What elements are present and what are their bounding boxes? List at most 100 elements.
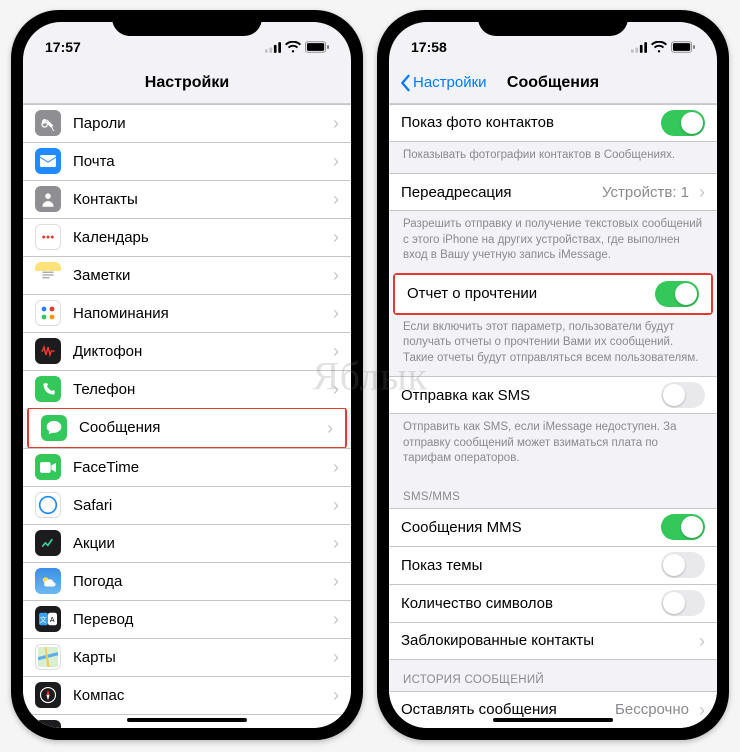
chevron-right-icon: ›	[333, 686, 339, 704]
row-label: Отчет о прочтении	[407, 285, 655, 302]
footer-read-receipts: Если включить этот параметр, пользовател…	[389, 314, 717, 377]
row-label: Сообщения	[79, 419, 323, 436]
row-label: Карты	[73, 649, 329, 666]
chevron-right-icon: ›	[333, 724, 339, 728]
row-label: Перевод	[73, 611, 329, 628]
translate-icon: 文A	[35, 606, 61, 632]
chevron-right-icon: ›	[699, 701, 705, 719]
row-keep-messages[interactable]: Оставлять сообщения Бессрочно ›	[389, 691, 717, 728]
row-label: Пароли	[73, 115, 329, 132]
chevron-right-icon: ›	[333, 114, 339, 132]
footer-show-contact-photos: Показывать фотографии контактов в Сообще…	[389, 142, 717, 174]
row-label: Напоминания	[73, 305, 329, 322]
row-value: Бессрочно	[615, 701, 689, 718]
cellular-icon	[265, 42, 281, 53]
chevron-right-icon: ›	[699, 183, 705, 201]
toggle-show-contact-photos[interactable]	[661, 110, 705, 136]
settings-row-phone[interactable]: Телефон›	[23, 370, 351, 408]
calendar-icon: ●●●	[35, 224, 61, 250]
back-button[interactable]: Настройки	[399, 74, 487, 92]
row-label: Телефон	[73, 381, 329, 398]
toggle-mms[interactable]	[661, 514, 705, 540]
row-send-as-sms[interactable]: Отправка как SMS	[389, 376, 717, 414]
wifi-icon	[651, 41, 667, 53]
settings-row-compass[interactable]: Компас›	[23, 676, 351, 714]
left-phone-frame: 17:57 Настройки Пароли›Почта›Контакты›●●…	[11, 10, 363, 740]
wifi-icon	[285, 41, 301, 53]
settings-row-reminders[interactable]: Напоминания›	[23, 294, 351, 332]
row-label: Сообщения MMS	[401, 519, 661, 536]
chevron-right-icon: ›	[333, 304, 339, 322]
toggle-send-as-sms[interactable]	[661, 382, 705, 408]
row-label: Safari	[73, 497, 329, 514]
row-label: Оставлять сообщения	[401, 701, 615, 718]
nav-bar: Настройки	[23, 62, 351, 104]
messages-settings[interactable]: Показ фото контактов Показывать фотограф…	[389, 104, 717, 728]
status-time: 17:58	[411, 39, 447, 55]
row-label: Отправка как SMS	[401, 387, 661, 404]
toggle-read-receipts[interactable]	[655, 281, 699, 307]
footer-send-as-sms: Отправить как SMS, если iMessage недосту…	[389, 414, 717, 477]
chevron-right-icon: ›	[333, 496, 339, 514]
maps-icon	[35, 644, 61, 670]
settings-row-stocks[interactable]: Акции›	[23, 524, 351, 562]
key-icon	[35, 110, 61, 136]
row-character-count[interactable]: Количество символов	[389, 584, 717, 622]
chevron-right-icon: ›	[333, 534, 339, 552]
row-label: Количество символов	[401, 595, 661, 612]
row-label: Рулетка	[73, 725, 329, 729]
settings-row-mail[interactable]: Почта›	[23, 142, 351, 180]
svg-text:文: 文	[40, 615, 47, 624]
row-show-subject[interactable]: Показ темы	[389, 546, 717, 584]
row-label: Компас	[73, 687, 329, 704]
settings-row-facetime[interactable]: FaceTime›	[23, 448, 351, 486]
row-label: Диктофон	[73, 343, 329, 360]
settings-row-passwords[interactable]: Пароли›	[23, 104, 351, 142]
cellular-icon	[631, 42, 647, 53]
section-header-message-history: ИСТОРИЯ СООБЩЕНИЙ	[389, 660, 717, 691]
page-title: Сообщения	[507, 74, 599, 92]
facetime-icon	[35, 454, 61, 480]
row-label: Показ темы	[401, 557, 661, 574]
contacts-icon	[35, 186, 61, 212]
toggle-character-count[interactable]	[661, 590, 705, 616]
settings-row-notes[interactable]: Заметки›	[23, 256, 351, 294]
row-value: Устройств: 1	[602, 184, 689, 201]
chevron-right-icon: ›	[333, 152, 339, 170]
settings-row-maps[interactable]: Карты›	[23, 638, 351, 676]
row-label: Заблокированные контакты	[401, 632, 695, 649]
row-label: Погода	[73, 573, 329, 590]
row-label: Заметки	[73, 267, 329, 284]
chevron-right-icon: ›	[333, 380, 339, 398]
row-label: Календарь	[73, 229, 329, 246]
settings-row-messages[interactable]: Сообщения›	[29, 409, 345, 447]
right-phone-frame: 17:58 Настройки Сообщения Показ фото кон…	[377, 10, 729, 740]
right-screen: 17:58 Настройки Сообщения Показ фото кон…	[389, 22, 717, 728]
row-read-receipts[interactable]: Отчет о прочтении	[395, 275, 711, 313]
status-icons	[265, 41, 329, 53]
settings-row-calendar[interactable]: ●●●Календарь›	[23, 218, 351, 256]
settings-row-translate[interactable]: 文AПеревод›	[23, 600, 351, 638]
home-indicator[interactable]	[493, 718, 613, 722]
settings-list[interactable]: Пароли›Почта›Контакты›●●●Календарь›Замет…	[23, 104, 351, 728]
home-indicator[interactable]	[127, 718, 247, 722]
toggle-show-subject[interactable]	[661, 552, 705, 578]
settings-row-contacts[interactable]: Контакты›	[23, 180, 351, 218]
nav-bar: Настройки Сообщения	[389, 62, 717, 104]
chevron-right-icon: ›	[327, 419, 333, 437]
reminders-icon	[35, 300, 61, 326]
row-text-forwarding[interactable]: Переадресация Устройств: 1 ›	[389, 173, 717, 211]
battery-icon	[671, 41, 695, 53]
settings-row-weather[interactable]: Погода›	[23, 562, 351, 600]
settings-row-voice[interactable]: Диктофон›	[23, 332, 351, 370]
chevron-left-icon	[399, 74, 411, 92]
weather-icon	[35, 568, 61, 594]
row-label: Почта	[73, 153, 329, 170]
back-label: Настройки	[413, 74, 487, 91]
row-mms-messaging[interactable]: Сообщения MMS	[389, 508, 717, 546]
mail-icon	[35, 148, 61, 174]
chevron-right-icon: ›	[333, 342, 339, 360]
settings-row-safari[interactable]: Safari›	[23, 486, 351, 524]
row-blocked-contacts[interactable]: Заблокированные контакты ›	[389, 622, 717, 660]
row-show-contact-photos[interactable]: Показ фото контактов	[389, 104, 717, 142]
